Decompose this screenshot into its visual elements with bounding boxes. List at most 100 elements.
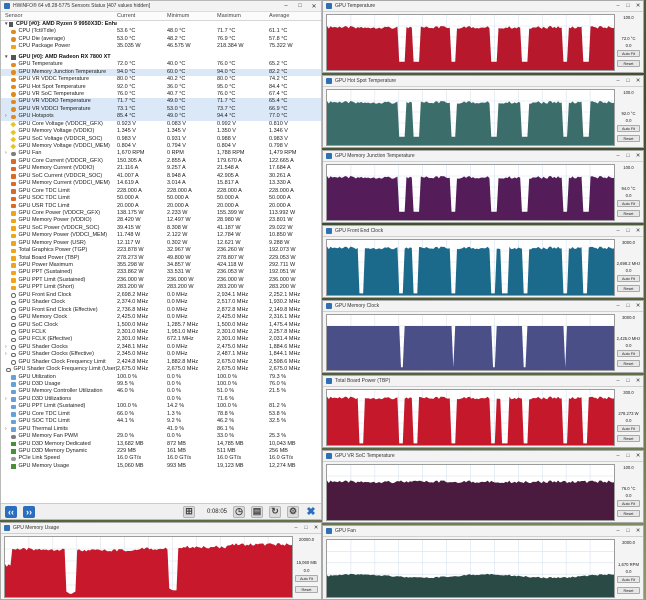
expand-chevron-icon[interactable]: ›	[5, 113, 10, 120]
auto-fit-button[interactable]: Auto Fit	[295, 575, 318, 583]
close-window-button[interactable]: ✕	[633, 303, 643, 309]
sensor-row[interactable]: PCIe Link Speed 16.0 GT/s 16.0 GT/s 16.0 GT…	[1, 455, 321, 462]
expand-chevron-icon[interactable]: ›	[5, 351, 10, 358]
close-window-button[interactable]: ✕	[633, 3, 643, 9]
graph-plot-area[interactable]	[326, 314, 615, 371]
minimize-button[interactable]: –	[613, 378, 623, 384]
close-window-button[interactable]: ✕	[633, 228, 643, 234]
minimize-button[interactable]: –	[279, 3, 293, 9]
sensor-row[interactable]: GPU D3D Usage 99.5 % 0.0 % 100.0 % 76.0 %	[1, 381, 321, 388]
reset-graph-button[interactable]: Reset	[617, 60, 640, 68]
log-icon[interactable]: ▤	[251, 505, 263, 518]
sensor-row[interactable]: GPU Front End Clock 2,698.2 MHz 0.0 MHz 2,9…	[1, 292, 321, 299]
sensor-row[interactable]: GPU Shader Clock 2,374.0 MHz 0.0 MHz 2,517.…	[1, 299, 321, 306]
maximize-button[interactable]: □	[623, 3, 633, 9]
sensor-row[interactable]: GPU VR SoC Temperature 76.0 °C 40.7 °C 76.0…	[1, 91, 321, 98]
sensor-row[interactable]: GPU Core Power (VDDCR_GFX) 138.175 W 2.233…	[1, 210, 321, 217]
sensor-row[interactable]: GPU VR VDDC Temperature 80.0 °C 40.2 °C 80.…	[1, 76, 321, 83]
graph-plot-area[interactable]	[326, 539, 615, 598]
close-window-button[interactable]: ✕	[633, 78, 643, 84]
sensor-row[interactable]: GPU Memory Controller Utilization 46.0 % 0…	[1, 388, 321, 395]
sensor-row[interactable]: GPU Memory Usage 15,060 MB 993 MB 19,123 MB…	[1, 463, 321, 470]
expand-chevron-icon[interactable]: ›	[5, 426, 10, 433]
sensor-row[interactable]: GPU Shader Clock Frequency Limit 2,424.8 …	[1, 359, 321, 366]
sensor-row[interactable]: GPU Shader Clock Frequency Limit (User) 2…	[1, 366, 321, 373]
sensor-row[interactable]: GPU D3D Memory Dedicated 13,682 MB 872 MB 1…	[1, 441, 321, 448]
minimize-button[interactable]: –	[613, 303, 623, 309]
sensor-row[interactable]: GPU FCLK (Effective) 2,301.0 MHz 672.1 MHz…	[1, 336, 321, 343]
column-minimum[interactable]: Minimum	[167, 13, 217, 19]
sensor-row[interactable]: GPU SoC Power (VDDCR_SOC) 39.415 W 8.308 W…	[1, 225, 321, 232]
maximize-button[interactable]: □	[623, 153, 633, 159]
graph-titlebar[interactable]: GPU Hot Spot Temperature – □ ✕	[323, 76, 643, 87]
reset-graph-button[interactable]: Reset	[295, 586, 318, 594]
graph-titlebar[interactable]: GPU VR SoC Temperature – □ ✕	[323, 451, 643, 462]
reset-graph-button[interactable]: Reset	[617, 587, 640, 594]
sensor-row[interactable]: GPU Memory Junction Temperature 94.0 °C 60…	[1, 68, 321, 77]
graph-titlebar[interactable]: GPU Memory Junction Temperature – □ ✕	[323, 151, 643, 162]
auto-fit-button[interactable]: Auto Fit	[617, 199, 640, 207]
sensor-row[interactable]: GPU Front End Clock (Effective) 2,736.8 M…	[1, 307, 321, 314]
minimize-button[interactable]: –	[613, 228, 623, 234]
maximize-button[interactable]: □	[623, 228, 633, 234]
reset-stats-icon[interactable]: ↻	[269, 505, 281, 518]
sensor-row[interactable]: GPU Memory Voltage (VDDIO) 1.345 V 1.345 V…	[1, 128, 321, 135]
sensor-row[interactable]: GPU Core TDC Limit 228.000 A 228.000 A 228.…	[1, 188, 321, 195]
nav-left-button[interactable]: ‹‹	[5, 505, 17, 518]
reset-graph-button[interactable]: Reset	[617, 210, 640, 218]
sensor-row[interactable]: GPU FCLK 2,301.0 MHz 1,951.0 MHz 2,301.0 MH…	[1, 329, 321, 336]
minimize-button[interactable]: –	[613, 453, 623, 459]
sensor-row[interactable]: › GPU Shader Clocks (Effective) 2,345.0 MH…	[1, 351, 321, 358]
expand-chevron-icon[interactable]: ›	[5, 150, 10, 157]
auto-fit-button[interactable]: Auto Fit	[617, 49, 640, 57]
sensor-row[interactable]: GPU Memory Clock 2,425.0 MHz 0.0 MHz 2,425.…	[1, 314, 321, 321]
sensor-row[interactable]: GPU SOC TDC Limit 44.1 % 9.2 % 46.2 % 32.5 %	[1, 418, 321, 425]
sensor-row[interactable]: GPU VR VDDCI Temperature 73.1 °C 53.0 °C 73…	[1, 105, 321, 114]
settings-icon[interactable]: ⚙	[287, 505, 299, 518]
graph-titlebar[interactable]: GPU Memory Usage – □ ✕	[1, 523, 321, 534]
sensor-row[interactable]: GPU VR VDDIO Temperature 71.7 °C 49.0 °C 71…	[1, 98, 321, 106]
sensor-row[interactable]: GPU Utilization 100.0 % 0.0 % 100.0 % 79.3 %	[1, 374, 321, 381]
sensor-row[interactable]: › GPU Fan 1,670 RPM 0 RPM 1,788 RPM 1,479 RPM	[1, 150, 321, 157]
sensor-row[interactable]: GPU SOC TDC Limit 50.000 A 50.000 A 50.000 …	[1, 195, 321, 202]
sensor-row[interactable]: Total Board Power (TBP) 278.273 W 49.800 W…	[1, 255, 321, 262]
sensor-row[interactable]: CPU (Tctl/Tdie) 53.6 °C 48.0 °C 71.7 °C 61.1…	[1, 28, 321, 35]
sensor-list[interactable]: ▾ CPU [#0]: AMD Ryzen 9 9950X3D: Enhanced…	[1, 21, 321, 505]
sensor-row[interactable]: GPU Memory Power (USR) 12.117 W 0.302 W 12.…	[1, 240, 321, 247]
auto-fit-button[interactable]: Auto Fit	[617, 424, 640, 432]
expand-chevron-icon[interactable]: ›	[5, 344, 10, 351]
sensor-row[interactable]: GPU Memory Power (VDDIO) 28.420 W 12.497 W…	[1, 217, 321, 224]
minimize-button[interactable]: –	[613, 528, 623, 534]
graph-plot-area[interactable]	[326, 389, 615, 446]
close-window-button[interactable]: ✕	[633, 453, 643, 459]
maximize-button[interactable]: □	[623, 78, 633, 84]
expand-chevron-icon[interactable]: ▾	[5, 54, 10, 61]
network-icon[interactable]: ⊞	[182, 505, 195, 518]
sensor-row[interactable]: GPU Core Voltage (VDDCR_GFX) 0.923 V 0.083…	[1, 121, 321, 128]
sensor-group-header[interactable]: ▾ CPU [#0]: AMD Ryzen 9 9950X3D: Enhanced	[1, 21, 321, 28]
sensor-row[interactable]: GPU Memory Voltage (VDDCI_MEM) 0.804 V 0.7…	[1, 143, 321, 150]
auto-fit-button[interactable]: Auto Fit	[617, 349, 640, 357]
maximize-button[interactable]: □	[623, 528, 633, 534]
graph-titlebar[interactable]: GPU Memory Clock – □ ✕	[323, 301, 643, 312]
sensor-row[interactable]: GPU Memory Current (VDDIO) 21.116 A 9.257 …	[1, 165, 321, 172]
sensor-row[interactable]: GPU PPT Limit (Short) 283.200 W 283.200 W 2…	[1, 284, 321, 291]
graph-plot-area[interactable]	[326, 89, 615, 146]
sensor-row[interactable]: › GPU Hotspots 85.4 °C 49.0 °C 94.4 °C 77.0 °…	[1, 113, 321, 121]
sensor-row[interactable]: GPU Power Maximum 355.298 W 34.857 W 424.11…	[1, 262, 321, 269]
sensor-row[interactable]: GPU Hot Spot Temperature 92.0 °C 36.0 °C 95…	[1, 84, 321, 91]
close-window-button[interactable]: ✕	[311, 525, 321, 531]
column-average[interactable]: Average	[269, 13, 319, 19]
auto-fit-button[interactable]: Auto Fit	[617, 274, 640, 282]
maximize-button[interactable]: □	[293, 3, 307, 9]
graph-plot-area[interactable]	[326, 464, 615, 521]
column-maximum[interactable]: Maximum	[217, 13, 269, 19]
sensor-row[interactable]: GPU PPT (Sustained) 233.862 W 33.531 W 236.…	[1, 269, 321, 276]
sensor-row[interactable]: › GPU Shader Clocks 2,348.1 MHz 0.0 MHz 2,47…	[1, 344, 321, 351]
minimize-button[interactable]: –	[291, 525, 301, 531]
auto-fit-button[interactable]: Auto Fit	[617, 576, 640, 584]
close-window-button[interactable]: ✕	[307, 3, 321, 10]
clock-icon[interactable]: ◷	[233, 505, 245, 518]
reset-graph-button[interactable]: Reset	[617, 435, 640, 443]
reset-graph-button[interactable]: Reset	[617, 285, 640, 293]
